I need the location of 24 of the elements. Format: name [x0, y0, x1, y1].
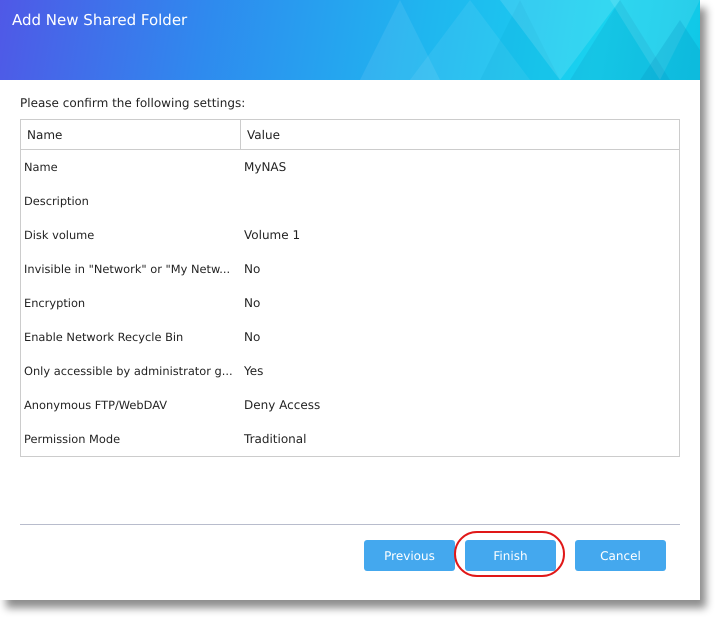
setting-value: Traditional — [244, 432, 306, 446]
column-header: Name — [21, 120, 241, 149]
window-title: Add New Shared Folder — [12, 11, 188, 29]
setting-name: Invisible in "Network" or "My Netw... — [24, 262, 230, 276]
setting-value: MyNAS — [244, 160, 286, 174]
setting-name: Anonymous FTP/WebDAV — [24, 398, 168, 412]
column-header: Value — [246, 126, 280, 144]
setting-name: Permission Mode — [24, 432, 120, 446]
setting-value: Deny Access — [244, 398, 320, 412]
setting-value: No — [244, 262, 260, 276]
prompt-text: Please confirm the following settings: — [20, 96, 246, 110]
setting-value: Volume 1 — [244, 228, 300, 242]
setting-name: Enable Network Recycle Bin — [24, 330, 184, 344]
setting-value: No — [244, 330, 260, 344]
setting-name: Description — [24, 194, 89, 208]
dialog-button[interactable]: Cancel — [575, 540, 666, 571]
dialog-button[interactable]: Previous — [364, 540, 455, 571]
setting-name: Disk volume — [24, 228, 94, 242]
setting-value: No — [244, 296, 260, 310]
setting-name: Encryption — [24, 296, 86, 310]
setting-name: Only accessible by administrator g... — [24, 364, 233, 378]
dialog-button[interactable]: Finish — [465, 540, 556, 571]
setting-name: Name — [24, 160, 58, 174]
setting-value: Yes — [244, 364, 264, 378]
